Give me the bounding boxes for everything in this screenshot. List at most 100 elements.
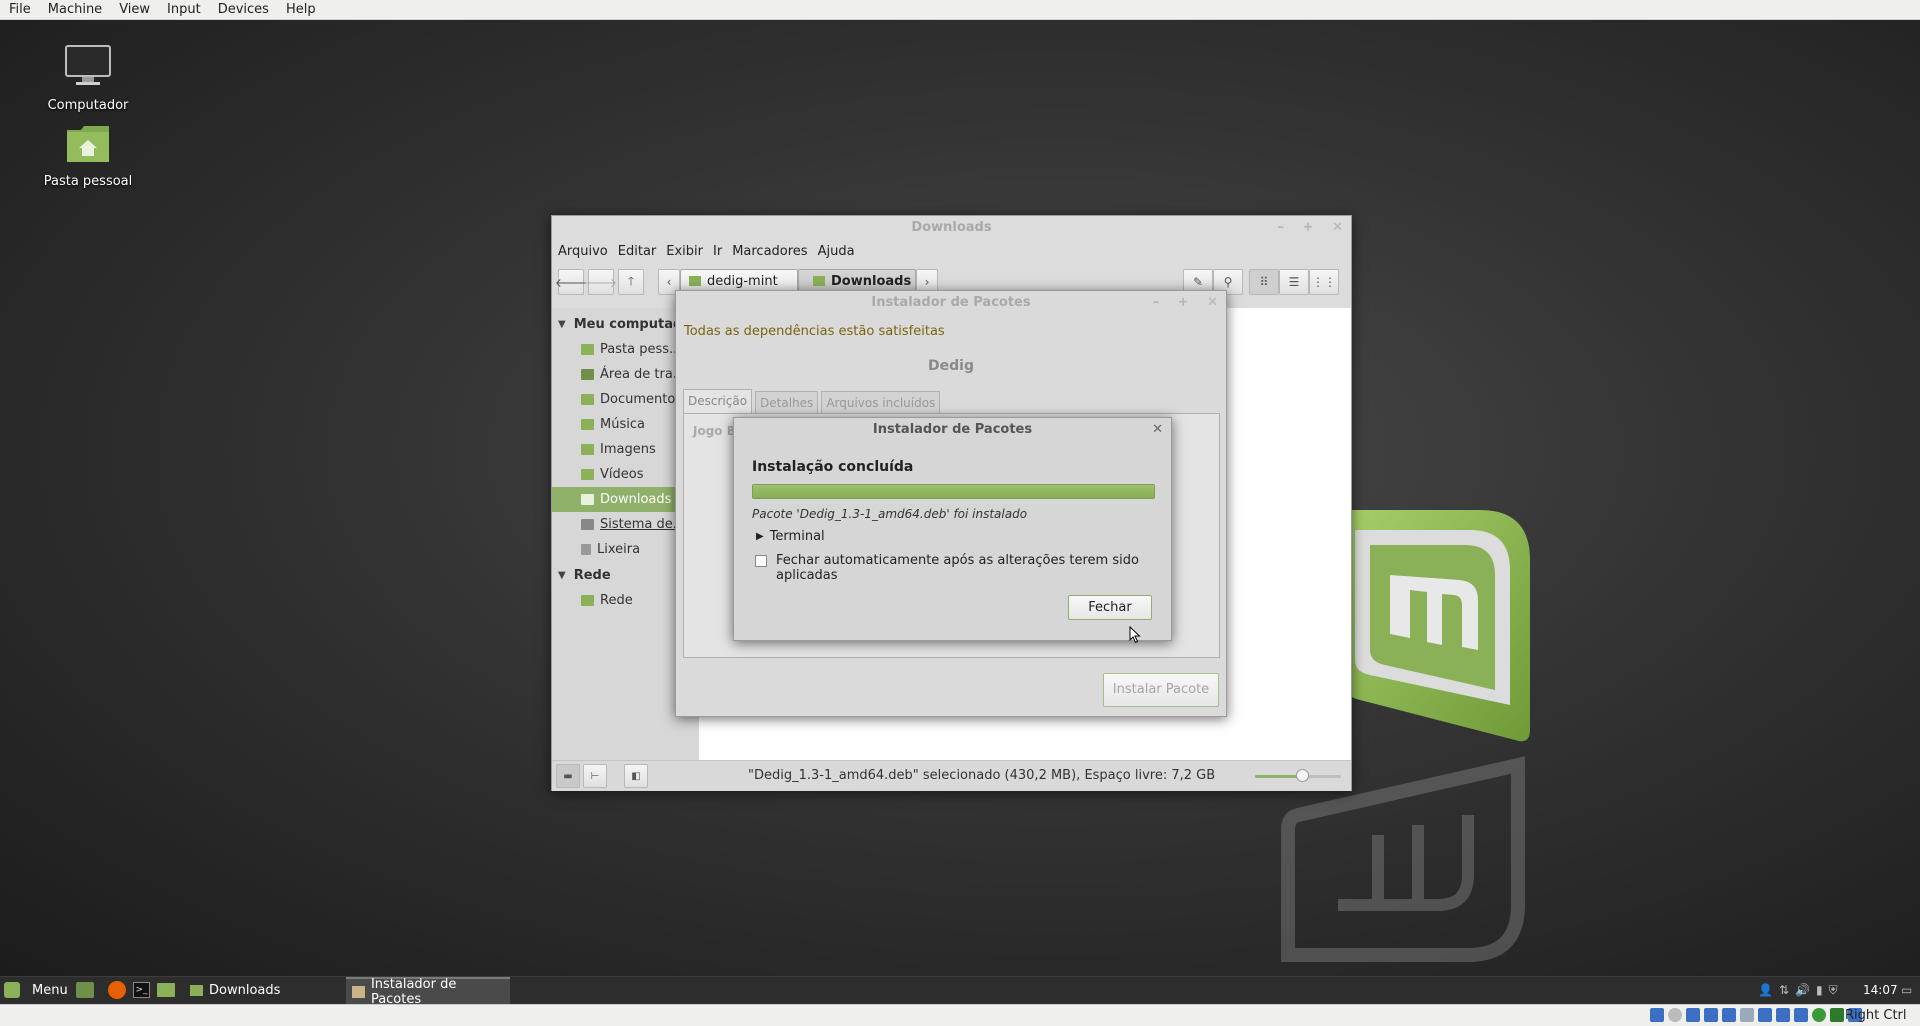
clock[interactable]: 14:07 — [1863, 983, 1898, 997]
close-icon[interactable]: ✕ — [1207, 295, 1218, 310]
volume-icon[interactable]: 🔊 — [1795, 983, 1810, 998]
menu-arquivo[interactable]: Arquivo — [558, 244, 608, 259]
menu-button[interactable]: Menu — [4, 982, 68, 998]
show-places-button[interactable]: ▬ — [556, 764, 580, 788]
package-installer-titlebar[interactable]: Instalador de Pacotes – + ✕ — [676, 291, 1226, 315]
shared-folders-icon[interactable] — [1740, 1008, 1754, 1022]
downloads-folder-icon — [813, 276, 825, 286]
triangle-right-icon: ▶ — [756, 531, 764, 542]
maximize-icon[interactable]: + — [1178, 295, 1189, 310]
chevron-right-icon: › — [924, 275, 930, 289]
sidebar-icon: ◧ — [631, 770, 641, 782]
auto-close-label: Fechar automaticamente após as alteraçõe… — [776, 553, 1139, 583]
taskbar-window-downloads[interactable]: Downloads — [184, 977, 345, 1004]
vbox-menu-help[interactable]: Help — [277, 2, 324, 17]
compact-list-icon: ⋮⋮ — [1312, 275, 1336, 289]
dialog-heading: Instalação concluída — [752, 459, 914, 475]
computer-icon — [65, 45, 111, 85]
firefox-icon[interactable] — [108, 981, 126, 999]
list-view-button[interactable]: ☰ — [1279, 269, 1309, 295]
menu-ajuda[interactable]: Ajuda — [818, 244, 855, 259]
close-dialog-button[interactable]: Fechar — [1068, 595, 1152, 620]
file-manager-titlebar[interactable]: Downloads – + ✕ — [552, 216, 1351, 240]
close-icon[interactable]: ✕ — [1152, 422, 1163, 437]
tab-detalhes[interactable]: Detalhes — [755, 391, 819, 415]
toggle-sidebar-button[interactable]: ◧ — [624, 764, 648, 788]
vbox-menubar: File Machine View Input Devices Help — [0, 0, 1920, 20]
minimize-icon[interactable]: – — [1153, 295, 1160, 310]
menu-exibir[interactable]: Exibir — [666, 244, 703, 259]
package-icon — [352, 985, 365, 998]
network-icon[interactable]: ⇅ — [1779, 983, 1789, 998]
grid-icon: ⠿ — [1259, 275, 1269, 289]
home-folder-icon — [581, 344, 594, 355]
auto-close-checkbox[interactable] — [755, 555, 767, 567]
user-icon[interactable]: 👤 — [1758, 983, 1773, 998]
home-folder-icon — [689, 276, 701, 286]
tab-descricao[interactable]: Descrição — [683, 389, 753, 414]
network-adapter-icon[interactable] — [1704, 1008, 1718, 1022]
install-progress-fill — [753, 485, 1154, 498]
vbox-status-bar: Right Ctrl — [0, 1004, 1920, 1026]
menu-editar[interactable]: Editar — [618, 244, 657, 259]
dialog-title: Instalador de Pacotes — [872, 422, 1033, 437]
vbox-device-icons — [1650, 1008, 1862, 1022]
triangle-down-icon: ▼ — [558, 569, 566, 581]
menu-marcadores[interactable]: Marcadores — [732, 244, 807, 259]
optical-drive-icon[interactable] — [1668, 1008, 1682, 1022]
show-desktop-icon[interactable] — [76, 982, 94, 998]
status-text: "Dedig_1.3-1_amd64.deb" selecionado (430… — [748, 768, 1216, 783]
videos-folder-icon — [581, 469, 594, 480]
icon-view-button[interactable]: ⠿ — [1249, 269, 1279, 295]
up-button[interactable]: 🡑 — [618, 269, 644, 295]
terminal-expander[interactable]: ▶ Terminal — [756, 529, 825, 544]
taskbar-window-installer[interactable]: Instalador de Pacotes — [346, 977, 510, 1007]
back-button[interactable]: 🡐 — [555, 269, 587, 295]
file-manager-launcher-icon[interactable] — [157, 983, 175, 997]
dialog-titlebar[interactable]: Instalador de Pacotes ✕ — [734, 418, 1171, 442]
arrow-right-icon: 🡒 — [584, 275, 618, 290]
desktop-folder-icon — [581, 369, 594, 380]
list-icon: ☰ — [1288, 275, 1300, 289]
battery-icon[interactable]: ▮ — [1816, 983, 1823, 998]
vbox-menu-file[interactable]: File — [0, 2, 39, 17]
usb-icon[interactable] — [1722, 1008, 1736, 1022]
install-package-button[interactable]: Instalar Pacote — [1103, 673, 1219, 707]
zoom-slider[interactable] — [1255, 769, 1341, 782]
show-treeview-button[interactable]: ⊢ — [583, 764, 607, 788]
cpu-icon[interactable] — [1812, 1008, 1826, 1022]
taskbar: Menu >_ Downloads Instalador de Pacotes … — [0, 976, 1920, 1007]
minimize-icon[interactable]: – — [1278, 220, 1285, 235]
close-icon[interactable]: ✕ — [1332, 220, 1343, 235]
hard-disk-icon[interactable] — [1650, 1008, 1664, 1022]
terminal-icon[interactable]: >_ — [133, 982, 150, 998]
zoom-slider-handle[interactable] — [1296, 769, 1310, 782]
vbox-menu-devices[interactable]: Devices — [209, 2, 277, 17]
maximize-icon[interactable]: + — [1303, 220, 1314, 235]
guest-additions-icon[interactable] — [1794, 1008, 1808, 1022]
desktop-icon-home[interactable]: Pasta pessoal — [28, 124, 148, 189]
mouse-integration-icon[interactable] — [1830, 1008, 1844, 1022]
show-desktop-tray-icon[interactable]: ▭ — [1901, 983, 1912, 997]
install-message: Pacote 'Dedig_1.3-1_amd64.deb' foi insta… — [752, 507, 1028, 521]
music-folder-icon — [581, 419, 594, 430]
video-capture-icon[interactable] — [1776, 1008, 1790, 1022]
menu-ir[interactable]: Ir — [713, 244, 722, 259]
search-icon: ⚲ — [1223, 275, 1233, 289]
package-tabs: Descrição Detalhes Arquivos incluídos — [683, 389, 941, 415]
chevron-left-icon: ‹ — [666, 275, 672, 289]
host-key-label: Right Ctrl — [1845, 1008, 1907, 1023]
vbox-menu-machine[interactable]: Machine — [39, 2, 110, 17]
window-title: Downloads — [911, 220, 992, 235]
vbox-menu-view[interactable]: View — [110, 2, 158, 17]
forward-button[interactable]: 🡒 — [584, 269, 618, 295]
zoom-slider-fill — [1255, 775, 1303, 778]
desktop-icon-computer[interactable]: Computador — [28, 44, 148, 113]
display-icon[interactable] — [1758, 1008, 1772, 1022]
vbox-menu-input[interactable]: Input — [158, 2, 209, 17]
tab-arquivos-incluidos[interactable]: Arquivos incluídos — [821, 391, 941, 415]
audio-icon[interactable] — [1686, 1008, 1700, 1022]
shield-icon[interactable]: ⛨ — [1829, 983, 1838, 998]
desktop-icon-label: Pasta pessoal — [43, 174, 133, 189]
compact-view-button[interactable]: ⋮⋮ — [1309, 269, 1339, 295]
